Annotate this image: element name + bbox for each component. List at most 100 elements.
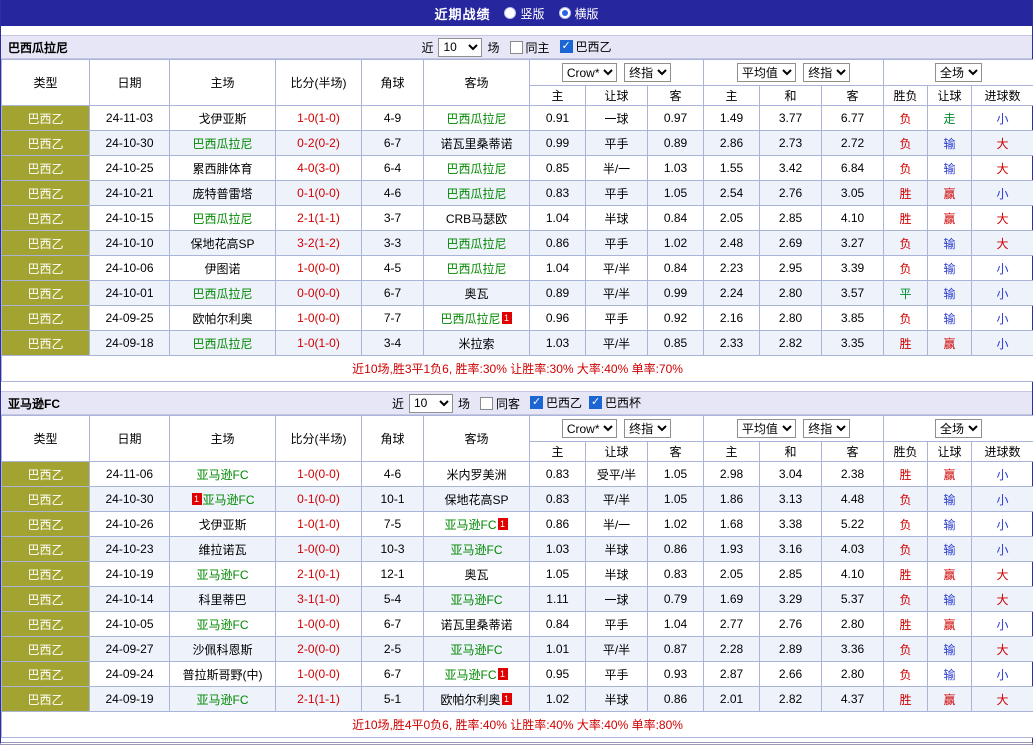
home-team-cell: 伊图诺 — [170, 256, 276, 281]
away-odds-cell: 1.05 — [648, 487, 704, 512]
bookmaker-select[interactable]: Crow* — [562, 419, 617, 438]
match-row: 巴西乙24-10-23维拉诺瓦1-0(0-0)10-3亚马逊FC1.03半球0.… — [2, 537, 1033, 562]
goals-result-cell: 小 — [972, 462, 1033, 487]
match-row: 巴西乙24-11-06亚马逊FC1-0(0-0)4-6米内罗美洲0.83受平/半… — [2, 462, 1033, 487]
wdl-result-cell: 负 — [884, 637, 928, 662]
avg-home-odds-cell: 1.86 — [704, 487, 760, 512]
col-corner: 角球 — [362, 60, 424, 106]
away-odds-cell: 0.92 — [648, 306, 704, 331]
avg-home-odds-cell: 2.54 — [704, 181, 760, 206]
corner-cell: 3-4 — [362, 331, 424, 356]
date-cell: 24-10-21 — [90, 181, 170, 206]
full-match-select[interactable]: 全场 — [935, 63, 982, 82]
wdl-result-cell: 负 — [884, 106, 928, 131]
team-name: 亚马逊FC — [451, 593, 503, 607]
match-row: 巴西乙24-10-21庞特普雷塔0-1(0-0)4-6巴西瓜拉尼0.83平手1.… — [2, 181, 1033, 206]
recent-count-select[interactable]: 10 — [438, 38, 482, 57]
league-filter[interactable]: 巴西乙 — [530, 394, 582, 411]
home-team-cell: 科里蒂巴 — [170, 587, 276, 612]
wdl-result-cell: 负 — [884, 512, 928, 537]
team-name: 戈伊亚斯 — [198, 112, 246, 126]
team-name: 亚马逊FC — [445, 518, 497, 532]
team-name: 保地花高SP — [190, 237, 254, 251]
checkbox-icon[interactable] — [589, 396, 602, 409]
avg-draw-odds-cell: 3.77 — [760, 106, 822, 131]
handicap-result-cell: 输 — [928, 512, 972, 537]
home-team-cell: 亚马逊FC — [170, 612, 276, 637]
full-match-select[interactable]: 全场 — [935, 419, 982, 438]
home-team-cell: 累西腓体育 — [170, 156, 276, 181]
handicap-result-cell: 输 — [928, 487, 972, 512]
home-team-cell: 戈伊亚斯 — [170, 512, 276, 537]
layout-radio-vertical[interactable]: 竖版 — [504, 5, 544, 22]
goals-result-cell: 大 — [972, 231, 1033, 256]
home-team-cell: 巴西瓜拉尼 — [170, 281, 276, 306]
team-name: 欧帕尔利奥 — [192, 312, 252, 326]
avg-draw-odds-cell: 2.76 — [760, 181, 822, 206]
checkbox-icon[interactable] — [510, 41, 523, 54]
checkbox-icon[interactable] — [530, 396, 543, 409]
avg-away-odds-cell: 2.80 — [822, 662, 884, 687]
final-odds-select[interactable]: 终指 — [803, 419, 850, 438]
wdl-result-cell: 胜 — [884, 687, 928, 712]
match-row: 巴西乙24-10-05亚马逊FC1-0(0-0)6-7诺瓦里桑蒂诺0.84平手1… — [2, 612, 1033, 637]
team-name: 普拉斯哥野(中) — [183, 668, 263, 682]
handicap-result-cell: 走 — [928, 106, 972, 131]
team-name: 亚马逊FC — [451, 643, 503, 657]
score-cell: 2-1(1-1) — [276, 687, 362, 712]
average-select[interactable]: 平均值 — [737, 63, 796, 82]
team-section-amazonas: 亚马逊FC 近 10 场 同客 巴西乙巴西杯 类型 — [1, 391, 1032, 738]
subcol-avg-home: 主 — [704, 442, 760, 462]
league-label: 巴西乙 — [576, 38, 612, 55]
match-row: 巴西乙24-10-30巴西瓜拉尼0-2(0-2)6-7诺瓦里桑蒂诺0.99平手0… — [2, 131, 1033, 156]
home-odds-cell: 1.05 — [530, 562, 586, 587]
home-odds-cell: 1.01 — [530, 637, 586, 662]
checkbox-icon[interactable] — [480, 397, 493, 410]
results-table: 类型 日期 主场 比分(半场) 角球 客场 Crow* 终指 平均值 终指 — [1, 59, 1033, 382]
col-date: 日期 — [90, 416, 170, 462]
away-team-cell: 亚马逊FC1 — [424, 662, 530, 687]
goals-result-cell: 大 — [972, 562, 1033, 587]
handicap-cell: 平/半 — [586, 256, 648, 281]
home-odds-cell: 0.91 — [530, 106, 586, 131]
recent-count-select[interactable]: 10 — [409, 394, 453, 413]
away-odds-cell: 0.83 — [648, 562, 704, 587]
games-label: 场 — [458, 395, 470, 412]
subcol-handicap: 让球 — [586, 442, 648, 462]
final-odds-select[interactable]: 终指 — [624, 419, 671, 438]
date-cell: 24-10-26 — [90, 512, 170, 537]
home-odds-cell: 1.04 — [530, 206, 586, 231]
team-title: 巴西瓜拉尼 — [1, 39, 68, 56]
away-odds-cell: 0.85 — [648, 331, 704, 356]
date-cell: 24-09-25 — [90, 306, 170, 331]
red-card-badge: 1 — [498, 668, 508, 680]
same-venue-filter[interactable]: 同客 — [480, 395, 520, 412]
final-odds-select[interactable]: 终指 — [624, 63, 671, 82]
col-away: 客场 — [424, 416, 530, 462]
league-filter[interactable]: 巴西乙 — [560, 38, 612, 55]
summary: 近10场,胜4平0负6, 胜率:40% 让胜率:40% 大率:40% 单率:80… — [2, 712, 1033, 738]
same-venue-filter[interactable]: 同主 — [510, 39, 550, 56]
avg-away-odds-cell: 3.39 — [822, 256, 884, 281]
subcol-goals: 进球数 — [972, 86, 1033, 106]
score-cell: 1-0(0-0) — [276, 462, 362, 487]
radio-icon[interactable] — [559, 7, 571, 19]
checkbox-icon[interactable] — [560, 40, 573, 53]
bookmaker-select[interactable]: Crow* — [562, 63, 617, 82]
away-odds-cell: 0.86 — [648, 687, 704, 712]
date-cell: 24-09-24 — [90, 662, 170, 687]
away-team-cell: 诺瓦里桑蒂诺 — [424, 612, 530, 637]
date-cell: 24-10-10 — [90, 231, 170, 256]
layout-radio-horizontal[interactable]: 横版 — [559, 5, 599, 22]
home-odds-cell: 1.11 — [530, 587, 586, 612]
avg-home-odds-cell: 1.93 — [704, 537, 760, 562]
league-filter[interactable]: 巴西杯 — [589, 394, 641, 411]
away-team-cell: 巴西瓜拉尼 — [424, 156, 530, 181]
home-odds-cell: 0.86 — [530, 231, 586, 256]
final-odds-select[interactable]: 终指 — [803, 63, 850, 82]
avg-draw-odds-cell: 3.38 — [760, 512, 822, 537]
average-select[interactable]: 平均值 — [737, 419, 796, 438]
radio-icon[interactable] — [504, 7, 516, 19]
corner-cell: 2-5 — [362, 637, 424, 662]
date-cell: 24-09-18 — [90, 331, 170, 356]
